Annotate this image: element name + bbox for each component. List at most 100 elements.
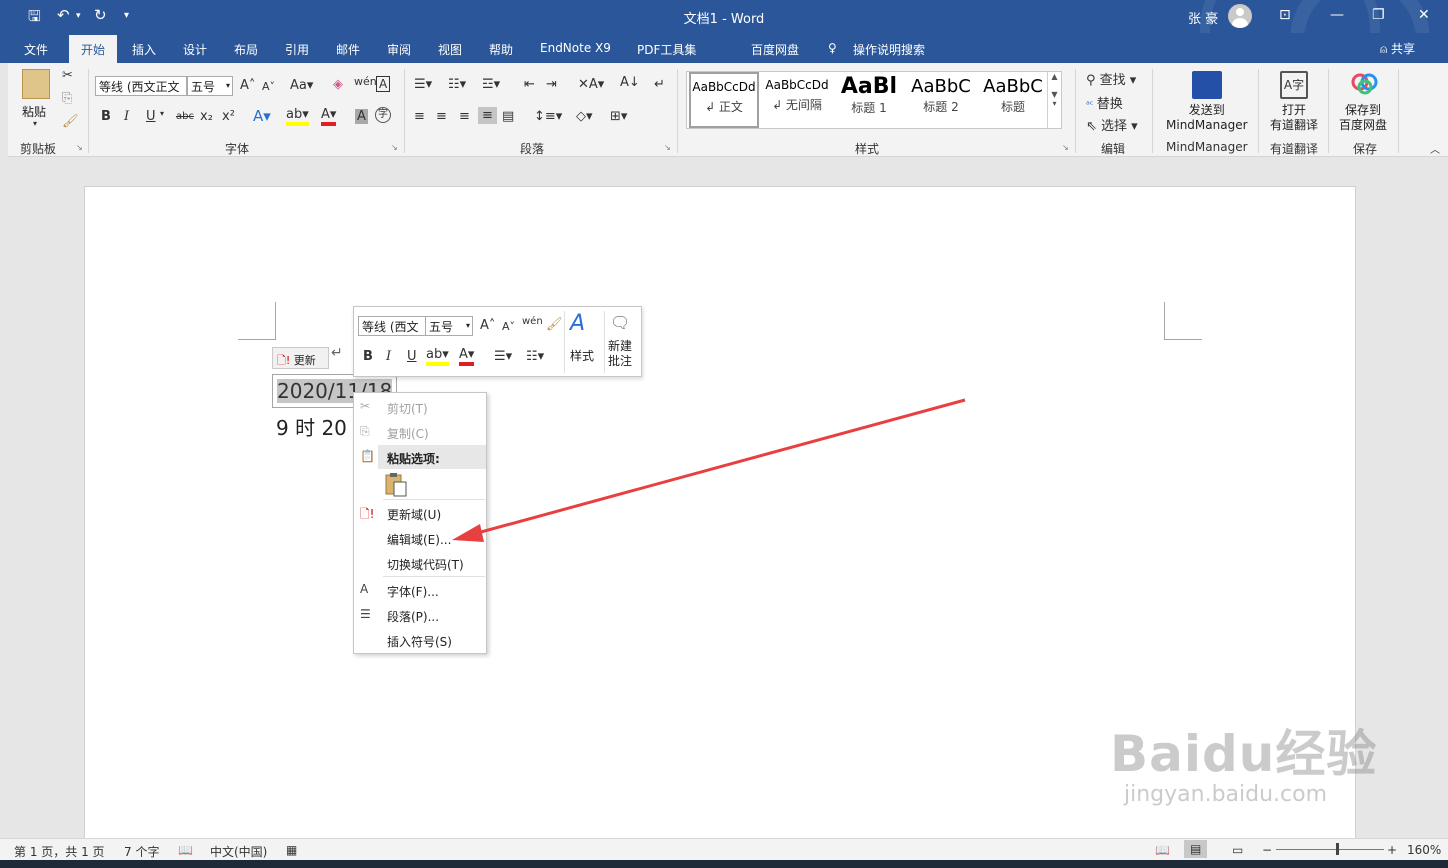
zoom-slider-thumb[interactable] xyxy=(1336,843,1339,855)
send-to-mindmanager-button[interactable]: 发送到 MindManager xyxy=(1166,103,1248,133)
grow-font-icon[interactable]: A˄ xyxy=(240,78,255,93)
mini-italic-icon[interactable]: I xyxy=(386,349,391,364)
tab-design[interactable]: 设计 xyxy=(183,41,207,58)
change-case-icon[interactable]: Aa▾ xyxy=(290,78,313,93)
page-count[interactable]: 第 1 页，共 1 页 xyxy=(14,843,105,860)
save-to-baidu-button[interactable]: 保存到 百度网盘 xyxy=(1339,103,1387,133)
mini-phonetic-icon[interactable]: wén xyxy=(522,316,543,327)
mini-styles-icon[interactable]: A xyxy=(570,311,585,336)
highlight-icon[interactable]: ab▾ xyxy=(286,107,309,126)
styles-dialog-launcher-icon[interactable]: ↘ xyxy=(1062,143,1069,152)
shading-icon[interactable]: ◇▾ xyxy=(576,109,593,124)
new-comment-button[interactable]: 新建 批注 xyxy=(608,339,632,369)
baidu-netdisk-icon[interactable] xyxy=(1351,73,1379,95)
font-name-dropdown[interactable]: 等线 (西文正文 xyxy=(95,76,187,96)
mini-shrink-font-icon[interactable]: A˅ xyxy=(502,320,515,333)
mini-highlight-icon[interactable]: ab▾ xyxy=(426,347,449,366)
share-button[interactable]: ⍝ 共享 xyxy=(1380,40,1415,57)
proofing-icon[interactable]: 📖 xyxy=(178,843,193,857)
underline-icon[interactable]: U xyxy=(146,109,156,124)
line-spacing-icon[interactable]: ↕≡▾ xyxy=(534,109,562,124)
paste-button[interactable]: 粘贴 xyxy=(22,103,46,120)
mini-grow-font-icon[interactable]: A˄ xyxy=(480,318,495,333)
mini-bullets-icon[interactable]: ☰▾ xyxy=(494,349,512,364)
align-left-icon[interactable]: ≡ xyxy=(414,109,425,124)
restore-icon[interactable]: ❐ xyxy=(1372,7,1385,23)
cut-icon[interactable]: ✂ xyxy=(62,68,73,83)
shrink-font-icon[interactable]: A˅ xyxy=(262,80,275,93)
tab-file[interactable]: 文件 xyxy=(24,41,48,58)
style-normal[interactable]: AaBbCcDd ↲ 正文 xyxy=(689,72,759,128)
clear-format-icon[interactable]: ◈ xyxy=(333,77,343,92)
style-title[interactable]: AaBbC 标题 xyxy=(977,72,1049,128)
collapse-ribbon-icon[interactable]: ︿ xyxy=(1430,141,1440,156)
paste-keep-text-icon[interactable] xyxy=(384,472,408,498)
close-icon[interactable]: ✕ xyxy=(1418,7,1430,23)
font-color-icon[interactable]: A▾ xyxy=(321,107,337,126)
dialog-launcher-icon[interactable]: ↘ xyxy=(76,143,83,152)
decrease-indent-icon[interactable]: ⇤ xyxy=(524,77,535,92)
tell-me-search[interactable]: 操作说明搜索 xyxy=(853,41,925,58)
language-indicator[interactable]: 中文(中国) xyxy=(210,843,267,860)
tab-help[interactable]: 帮助 xyxy=(489,41,513,58)
multilevel-list-icon[interactable]: ☲▾ xyxy=(482,77,500,92)
bullets-icon[interactable]: ☰▾ xyxy=(414,77,432,92)
macro-icon[interactable]: ▦ xyxy=(286,843,297,857)
zoom-level[interactable]: 160% xyxy=(1407,843,1441,857)
menu-item-font[interactable]: A 字体(F)... xyxy=(354,578,486,602)
tab-insert[interactable]: 插入 xyxy=(132,41,156,58)
enclose-character-icon[interactable]: 字 xyxy=(375,107,391,123)
mindmanager-icon[interactable] xyxy=(1192,71,1222,99)
mini-format-painter-icon[interactable]: 🖌 xyxy=(546,317,563,332)
mini-underline-icon[interactable]: U xyxy=(407,349,417,364)
superscript-icon[interactable]: x² xyxy=(222,109,235,124)
minimize-icon[interactable]: — xyxy=(1330,7,1344,23)
numbering-icon[interactable]: ☷▾ xyxy=(448,77,466,92)
replace-button[interactable]: ᵃᶜ 替换 xyxy=(1086,93,1123,112)
font-dialog-launcher-icon[interactable]: ↘ xyxy=(391,143,398,152)
chinese-layout-icon[interactable]: ✕A▾ xyxy=(578,77,604,92)
sort-icon[interactable]: A↓ xyxy=(620,75,640,90)
justify-icon[interactable]: ≡ xyxy=(478,107,497,124)
underline-dropdown-icon[interactable]: ▾ xyxy=(160,109,164,118)
style-no-spacing[interactable]: AaBbCcDd ↲ 无间隔 xyxy=(761,72,833,128)
translate-icon[interactable]: A字 xyxy=(1280,71,1308,99)
text-effects-icon[interactable]: A▾ xyxy=(253,107,271,125)
italic-icon[interactable]: I xyxy=(124,109,129,124)
tab-pdf-tools[interactable]: PDF工具集 xyxy=(637,41,696,58)
mini-styles-button[interactable]: 样式 xyxy=(570,347,594,364)
paste-icon[interactable] xyxy=(22,69,50,99)
menu-item-paragraph[interactable]: ☰ 段落(P)... xyxy=(354,603,486,627)
menu-item-toggle-field-codes[interactable]: 切换域代码(T) xyxy=(354,551,486,575)
new-comment-icon[interactable]: 🗨 xyxy=(610,313,630,332)
avatar[interactable] xyxy=(1228,4,1252,28)
show-marks-icon[interactable]: ↵ xyxy=(654,77,665,92)
tab-endnote[interactable]: EndNote X9 xyxy=(540,41,611,55)
tab-review[interactable]: 审阅 xyxy=(387,41,411,58)
font-size-dropdown[interactable]: 五号 ▾ xyxy=(187,76,233,96)
tab-view[interactable]: 视图 xyxy=(438,41,462,58)
borders-icon[interactable]: ⊞▾ xyxy=(610,109,627,124)
zoom-out-icon[interactable]: − xyxy=(1262,843,1272,857)
phonetic-guide-icon[interactable]: wén xyxy=(354,75,377,88)
tab-layout[interactable]: 布局 xyxy=(234,41,258,58)
increase-indent-icon[interactable]: ⇥ xyxy=(546,77,557,92)
distributed-icon[interactable]: ▤ xyxy=(502,109,514,124)
mini-font-color-icon[interactable]: A▾ xyxy=(459,347,475,366)
web-layout-icon[interactable]: ▭ xyxy=(1232,843,1243,857)
mini-numbering-icon[interactable]: ☷▾ xyxy=(526,349,544,364)
tab-references[interactable]: 引用 xyxy=(285,41,309,58)
mini-font-size-dropdown[interactable]: 五号 ▾ xyxy=(425,316,473,336)
character-shading-icon[interactable]: A xyxy=(355,109,368,124)
paragraph-dialog-launcher-icon[interactable]: ↘ xyxy=(664,143,671,152)
paste-dropdown-icon[interactable]: ▾ xyxy=(33,119,37,128)
subscript-icon[interactable]: x₂ xyxy=(200,109,213,124)
copy-icon[interactable]: ⎘ xyxy=(62,91,72,106)
tab-baidu-netdisk[interactable]: 百度网盘 xyxy=(751,41,799,58)
align-center-icon[interactable]: ≡ xyxy=(436,109,447,124)
character-border-icon[interactable]: A xyxy=(376,76,391,92)
bold-icon[interactable]: B xyxy=(101,109,111,124)
style-heading-2[interactable]: AaBbC 标题 2 xyxy=(905,72,977,128)
user-name[interactable]: 张 豪 xyxy=(1188,8,1218,27)
mini-bold-icon[interactable]: B xyxy=(363,349,373,364)
